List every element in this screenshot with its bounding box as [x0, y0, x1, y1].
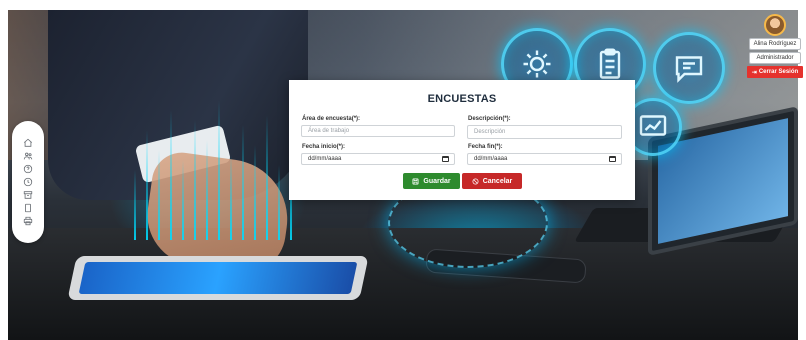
description-input[interactable]: Descripción — [467, 125, 622, 139]
area-input[interactable]: Área de trabajo — [301, 125, 455, 137]
logout-button[interactable]: ⇥ Cerrar Sesión — [747, 66, 803, 78]
user-role[interactable]: Administrador — [749, 52, 801, 64]
home-icon[interactable] — [21, 138, 35, 149]
background-tablet — [67, 256, 369, 300]
chat-icon — [653, 32, 725, 104]
sidebar — [12, 121, 44, 243]
logout-icon: ⇥ — [751, 69, 757, 76]
cancel-button[interactable]: Cancelar — [462, 173, 522, 189]
avatar[interactable] — [764, 14, 786, 36]
save-icon — [412, 178, 419, 184]
surveys-modal: ENCUESTAS Área de encuesta(*): Área de t… — [289, 80, 635, 200]
end-date-value: dd/mm/aaaa — [474, 156, 508, 162]
modal-title: ENCUESTAS — [427, 93, 497, 105]
save-button[interactable]: Guardar — [403, 173, 460, 189]
cancel-icon — [472, 178, 479, 184]
save-button-label: Guardar — [423, 177, 451, 185]
start-date-label: Fecha inicio(*): — [302, 144, 346, 150]
user-panel: Alina Rodríguez Administrador ⇥ Cerrar S… — [747, 14, 803, 78]
cancel-button-label: Cancelar — [482, 177, 513, 185]
calendar-icon[interactable] — [609, 156, 616, 162]
user-name[interactable]: Alina Rodríguez — [749, 38, 801, 50]
description-label: Descripción(*): — [468, 116, 511, 122]
page-icon[interactable] — [21, 203, 35, 214]
archive-icon[interactable] — [21, 190, 35, 201]
end-date-label: Fecha fin(*): — [468, 144, 503, 150]
end-date-input[interactable]: dd/mm/aaaa — [467, 153, 622, 165]
area-label: Área de encuesta(*): — [302, 116, 361, 122]
users-icon[interactable] — [21, 151, 35, 162]
clock-icon[interactable] — [21, 177, 35, 188]
background-light-bars — [124, 90, 304, 240]
start-date-input[interactable]: dd/mm/aaaa — [301, 153, 455, 165]
calendar-icon[interactable] — [442, 156, 449, 162]
help-icon[interactable] — [21, 164, 35, 175]
logout-label: Cerrar Sesión — [758, 69, 799, 75]
start-date-value: dd/mm/aaaa — [308, 156, 342, 162]
printer-icon[interactable] — [21, 216, 35, 227]
